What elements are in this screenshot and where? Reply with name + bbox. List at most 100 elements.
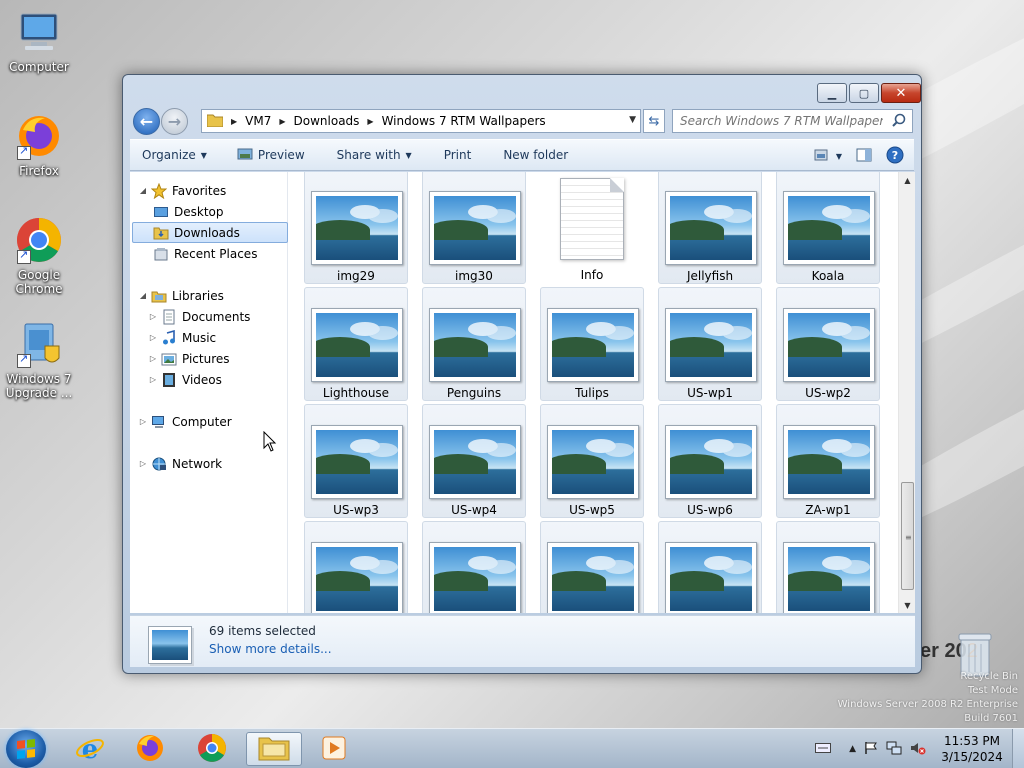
desktop-icon-firefox[interactable]: Firefox [1,112,77,178]
file-name: US-wp5 [569,503,615,517]
selection-count: 69 items selected [209,624,316,638]
forward-button[interactable]: → [161,108,188,135]
taskbar-windows-explorer[interactable] [246,732,302,766]
file-item[interactable]: Jellyfish [658,172,762,284]
collapsed-arrow-icon[interactable]: ▷ [148,312,158,321]
breadcrumb-item-vm7[interactable]: VM7 [237,114,279,128]
network-status-icon[interactable] [886,741,902,758]
file-item[interactable]: img30 [422,172,526,284]
organize-button[interactable]: Organize ▼ [130,140,217,170]
taskbar-media-player[interactable] [306,732,362,766]
show-desktop-button[interactable] [1012,729,1024,768]
nav-documents[interactable]: ▷ Documents [148,306,250,327]
file-item[interactable]: US-wp6 [658,404,762,518]
keyboard-icon[interactable] [815,742,832,756]
expanded-arrow-icon[interactable]: ◢ [138,186,148,195]
organize-label: Organize [142,148,196,162]
expanded-arrow-icon[interactable]: ◢ [138,291,148,300]
file-item[interactable]: US-wp3 [304,404,408,518]
file-item[interactable] [422,521,526,613]
volume-muted-icon[interactable] [910,741,926,758]
show-hidden-icons-button[interactable]: ▲ [849,744,856,754]
image-thumbnail [311,425,403,499]
file-item[interactable] [540,521,644,613]
vertical-scrollbar[interactable]: ▲ ≡ ▼ [898,172,915,613]
nav-label: Pictures [182,351,230,366]
breadcrumb-item-wallpapers[interactable]: Windows 7 RTM Wallpapers [374,114,554,128]
file-item[interactable] [658,521,762,613]
file-item[interactable]: Tulips [540,287,644,401]
file-item[interactable]: US-wp2 [776,287,880,401]
desktop-icon-windows7-upgrade[interactable]: Windows 7 Upgrade ... [1,320,77,400]
taskbar-firefox[interactable] [122,732,178,766]
search-input[interactable] [673,110,883,132]
breadcrumb-item-downloads[interactable]: Downloads [286,114,368,128]
print-label: Print [443,148,472,162]
file-item[interactable] [304,521,408,613]
show-more-details-link[interactable]: Show more details... [209,642,332,656]
close-button[interactable]: ✕ [881,83,921,103]
file-item[interactable]: US-wp4 [422,404,526,518]
chrome-icon [15,216,63,264]
scrollbar-thumb[interactable]: ≡ [901,482,914,590]
address-dropdown-icon[interactable]: ▼ [629,115,636,125]
scroll-up-arrow-icon[interactable]: ▲ [899,172,916,188]
breadcrumb[interactable]: ▶ VM7 ▶ Downloads ▶ Windows 7 RTM Wallpa… [201,109,641,133]
preview-button[interactable]: Preview [227,140,315,170]
collapsed-arrow-icon[interactable]: ▷ [138,459,148,468]
file-item[interactable]: US-wp1 [658,287,762,401]
print-button[interactable]: Print [434,140,482,170]
nav-recent-places[interactable]: Recent Places [150,243,257,264]
nav-music[interactable]: ▷ Music [148,327,216,348]
scroll-down-arrow-icon[interactable]: ▼ [899,597,916,613]
help-button[interactable]: ? [886,146,904,167]
nav-libraries[interactable]: ◢ Libraries [138,285,224,306]
collapsed-arrow-icon[interactable]: ▷ [138,417,148,426]
file-item[interactable]: img29 [304,172,408,284]
change-view-button[interactable]: ▼ [814,149,842,164]
collapsed-arrow-icon[interactable]: ▷ [148,354,158,363]
desktop-icon-label: Computer [9,60,69,74]
system-clock[interactable]: 11:53 PM 3/15/2024 [932,733,1012,765]
file-item[interactable]: Info [540,172,644,284]
share-with-button[interactable]: Share with ▼ [327,140,422,170]
search-icon[interactable] [892,113,906,127]
nav-network[interactable]: ▷ Network [138,453,222,474]
nav-favorites[interactable]: ◢ Favorites [138,180,226,201]
taskbar-internet-explorer[interactable]: e [62,732,118,766]
view-icon [814,149,830,164]
refresh-button[interactable]: ⇆ [643,109,665,133]
start-button[interactable] [6,730,46,768]
nav-videos[interactable]: ▷ Videos [148,369,222,390]
close-icon: ✕ [895,85,907,101]
file-item[interactable]: Penguins [422,287,526,401]
minimize-button[interactable]: ▁ [817,83,847,103]
file-item[interactable]: Koala [776,172,880,284]
nav-pictures[interactable]: ▷ Pictures [148,348,230,369]
file-item[interactable]: Lighthouse [304,287,408,401]
file-name: img29 [337,269,375,283]
file-item[interactable]: US-wp5 [540,404,644,518]
preview-pane-button[interactable] [856,148,872,165]
nav-desktop[interactable]: Desktop [150,201,224,222]
desktop-icon-chrome[interactable]: Google Chrome [1,216,77,296]
videos-icon [161,372,177,388]
action-center-flag-icon[interactable] [864,741,878,758]
taskbar-chrome[interactable] [184,732,240,766]
collapsed-arrow-icon[interactable]: ▷ [148,333,158,342]
nav-label: Downloads [174,225,240,240]
image-thumbnail [311,542,403,613]
back-button[interactable]: ← [133,108,160,135]
desktop-icon-computer[interactable]: Computer [1,8,77,74]
explorer-body: ◢ Favorites Desktop Downloads Recent Pla… [130,172,915,613]
nav-label: Libraries [172,288,224,303]
selection-thumbnail-icon [148,626,192,664]
file-item[interactable]: ZA-wp1 [776,404,880,518]
file-item[interactable] [776,521,880,613]
nav-downloads[interactable]: Downloads [132,222,288,243]
maximize-button[interactable]: ▢ [849,83,879,103]
shortcut-arrow-icon [17,352,31,368]
collapsed-arrow-icon[interactable]: ▷ [148,375,158,384]
nav-computer[interactable]: ▷ Computer [138,411,232,432]
new-folder-button[interactable]: New folder [493,140,578,170]
